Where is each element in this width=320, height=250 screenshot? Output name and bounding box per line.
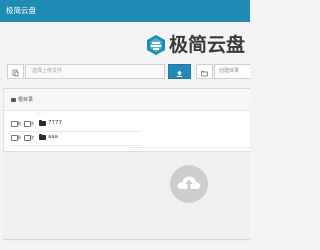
brand-name: 极简云盘: [169, 34, 246, 56]
breadcrumb: 根目录: [4, 89, 250, 111]
delete-label: 删: [17, 121, 21, 126]
choose-file-button[interactable]: [7, 64, 24, 79]
folder-icon: [39, 120, 46, 126]
file-path-input[interactable]: 选择上传文件: [25, 64, 165, 79]
cloud-upload-icon[interactable]: [170, 165, 208, 203]
bottom-border: [3, 239, 250, 240]
upload-icon: [177, 70, 182, 77]
title-bar: 极简云盘: [0, 0, 250, 22]
parent-folder-icon[interactable]: 🗀: [38, 111, 43, 117]
item-name[interactable]: aaa: [48, 133, 58, 142]
item-name[interactable]: 7777: [48, 119, 62, 128]
window-title: 极简云盘: [6, 6, 36, 15]
folder-name-input[interactable]: 创建目录: [214, 64, 250, 79]
folder-icon: [201, 71, 208, 77]
cloud-box-logo-icon: [147, 35, 165, 55]
brand: 极简云盘: [145, 33, 245, 59]
rename-label: 改: [30, 121, 34, 126]
cloud-upload-icon: [177, 176, 201, 191]
drop-zone[interactable]: [3, 152, 250, 242]
file-icon: [12, 69, 19, 77]
rename-label: 改: [30, 135, 34, 140]
new-folder-button[interactable]: [196, 64, 213, 79]
row-divider: [10, 145, 140, 146]
list-item[interactable]: 删 改 aaa: [0, 133, 250, 145]
breadcrumb-root[interactable]: 根目录: [18, 96, 33, 104]
upload-toolbar: 选择上传文件 创建目录: [0, 64, 250, 80]
list-item[interactable]: 删 改 7777: [0, 119, 250, 131]
row-divider: [10, 131, 140, 132]
folder-icon: [11, 98, 16, 102]
folder-icon: [39, 134, 46, 140]
row-divider: [128, 147, 250, 148]
upload-button[interactable]: [168, 64, 191, 79]
delete-label: 删: [17, 135, 21, 140]
